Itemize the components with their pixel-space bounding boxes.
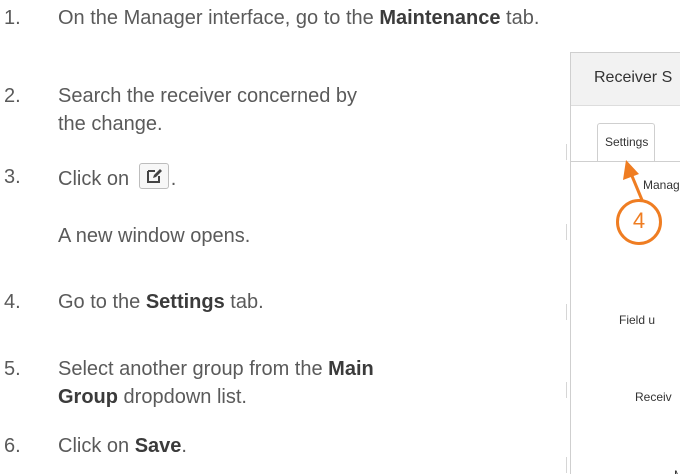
callout-arrow xyxy=(623,160,644,201)
callout-number: 4 xyxy=(632,208,646,233)
step-4-callout: 4 xyxy=(616,199,662,245)
